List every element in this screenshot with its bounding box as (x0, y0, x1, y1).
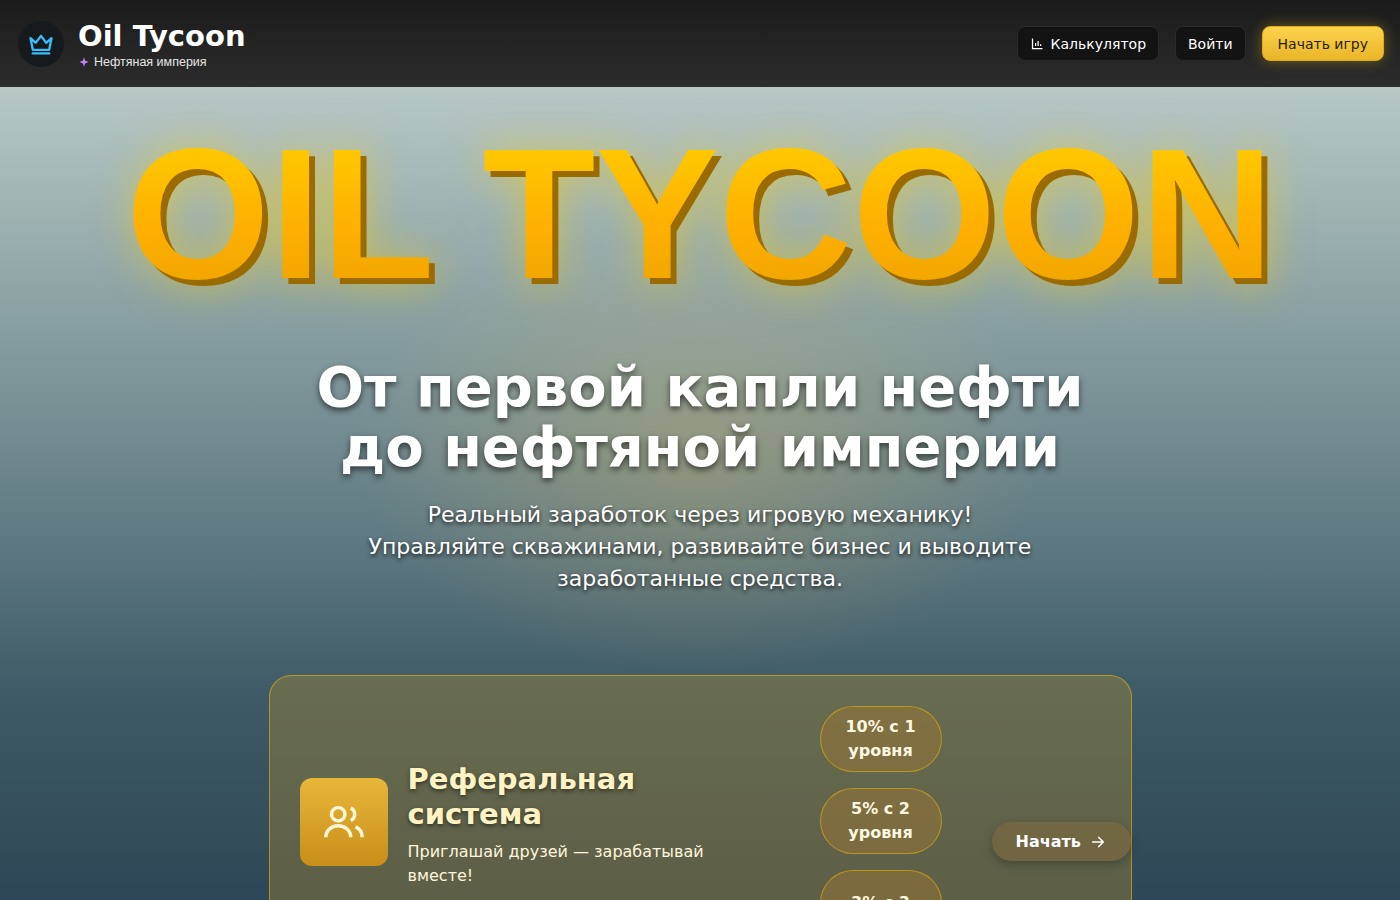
header-actions: Калькулятор Войти Начать игру (1017, 26, 1384, 61)
level-pill: 5% с 2 уровня (820, 788, 942, 854)
level-pill: 3% с 3 (820, 870, 942, 900)
hero: OIL TYCOON От первой капли нефтидо нефтян… (0, 87, 1400, 900)
chart-icon (1030, 36, 1045, 51)
referral-description: Приглашай друзей — зарабатывай вместе! (408, 840, 728, 888)
level-pill: 10% с 1 уровня (820, 706, 942, 772)
start-referral-button[interactable]: Начать (992, 822, 1131, 861)
start-button[interactable]: Начать игру (1262, 26, 1384, 61)
crown-icon (27, 30, 55, 58)
referral-icon-box (300, 778, 388, 866)
landing-page: Oil Tycoon Нефтяная империя Калькулятор Вой… (0, 0, 1400, 900)
arrow-right-icon (1089, 833, 1107, 851)
hero-logo: OIL TYCOON (126, 109, 1274, 319)
hero-heading: От первой капли нефтидо нефтяной империи (316, 357, 1083, 477)
calculator-button[interactable]: Калькулятор (1017, 26, 1159, 61)
brand[interactable]: Oil Tycoon Нефтяная империя (18, 19, 246, 69)
referral-card: Реферальная система Приглашай друзей — за… (269, 675, 1132, 900)
header: Oil Tycoon Нефтяная империя Калькулятор Вой… (0, 0, 1400, 87)
brand-subtitle: Нефтяная империя (78, 55, 246, 69)
sparkle-icon (78, 56, 90, 68)
users-icon (321, 799, 367, 845)
referral-levels: 10% с 1 уровня 5% с 2 уровня 3% с 3 (820, 706, 942, 900)
hero-subtitle: Реальный заработок через игровую механик… (320, 499, 1080, 595)
brand-title: Oil Tycoon (78, 19, 246, 53)
logo (18, 21, 64, 67)
login-button[interactable]: Войти (1175, 26, 1246, 61)
referral-title: Реферальная система (408, 762, 728, 832)
